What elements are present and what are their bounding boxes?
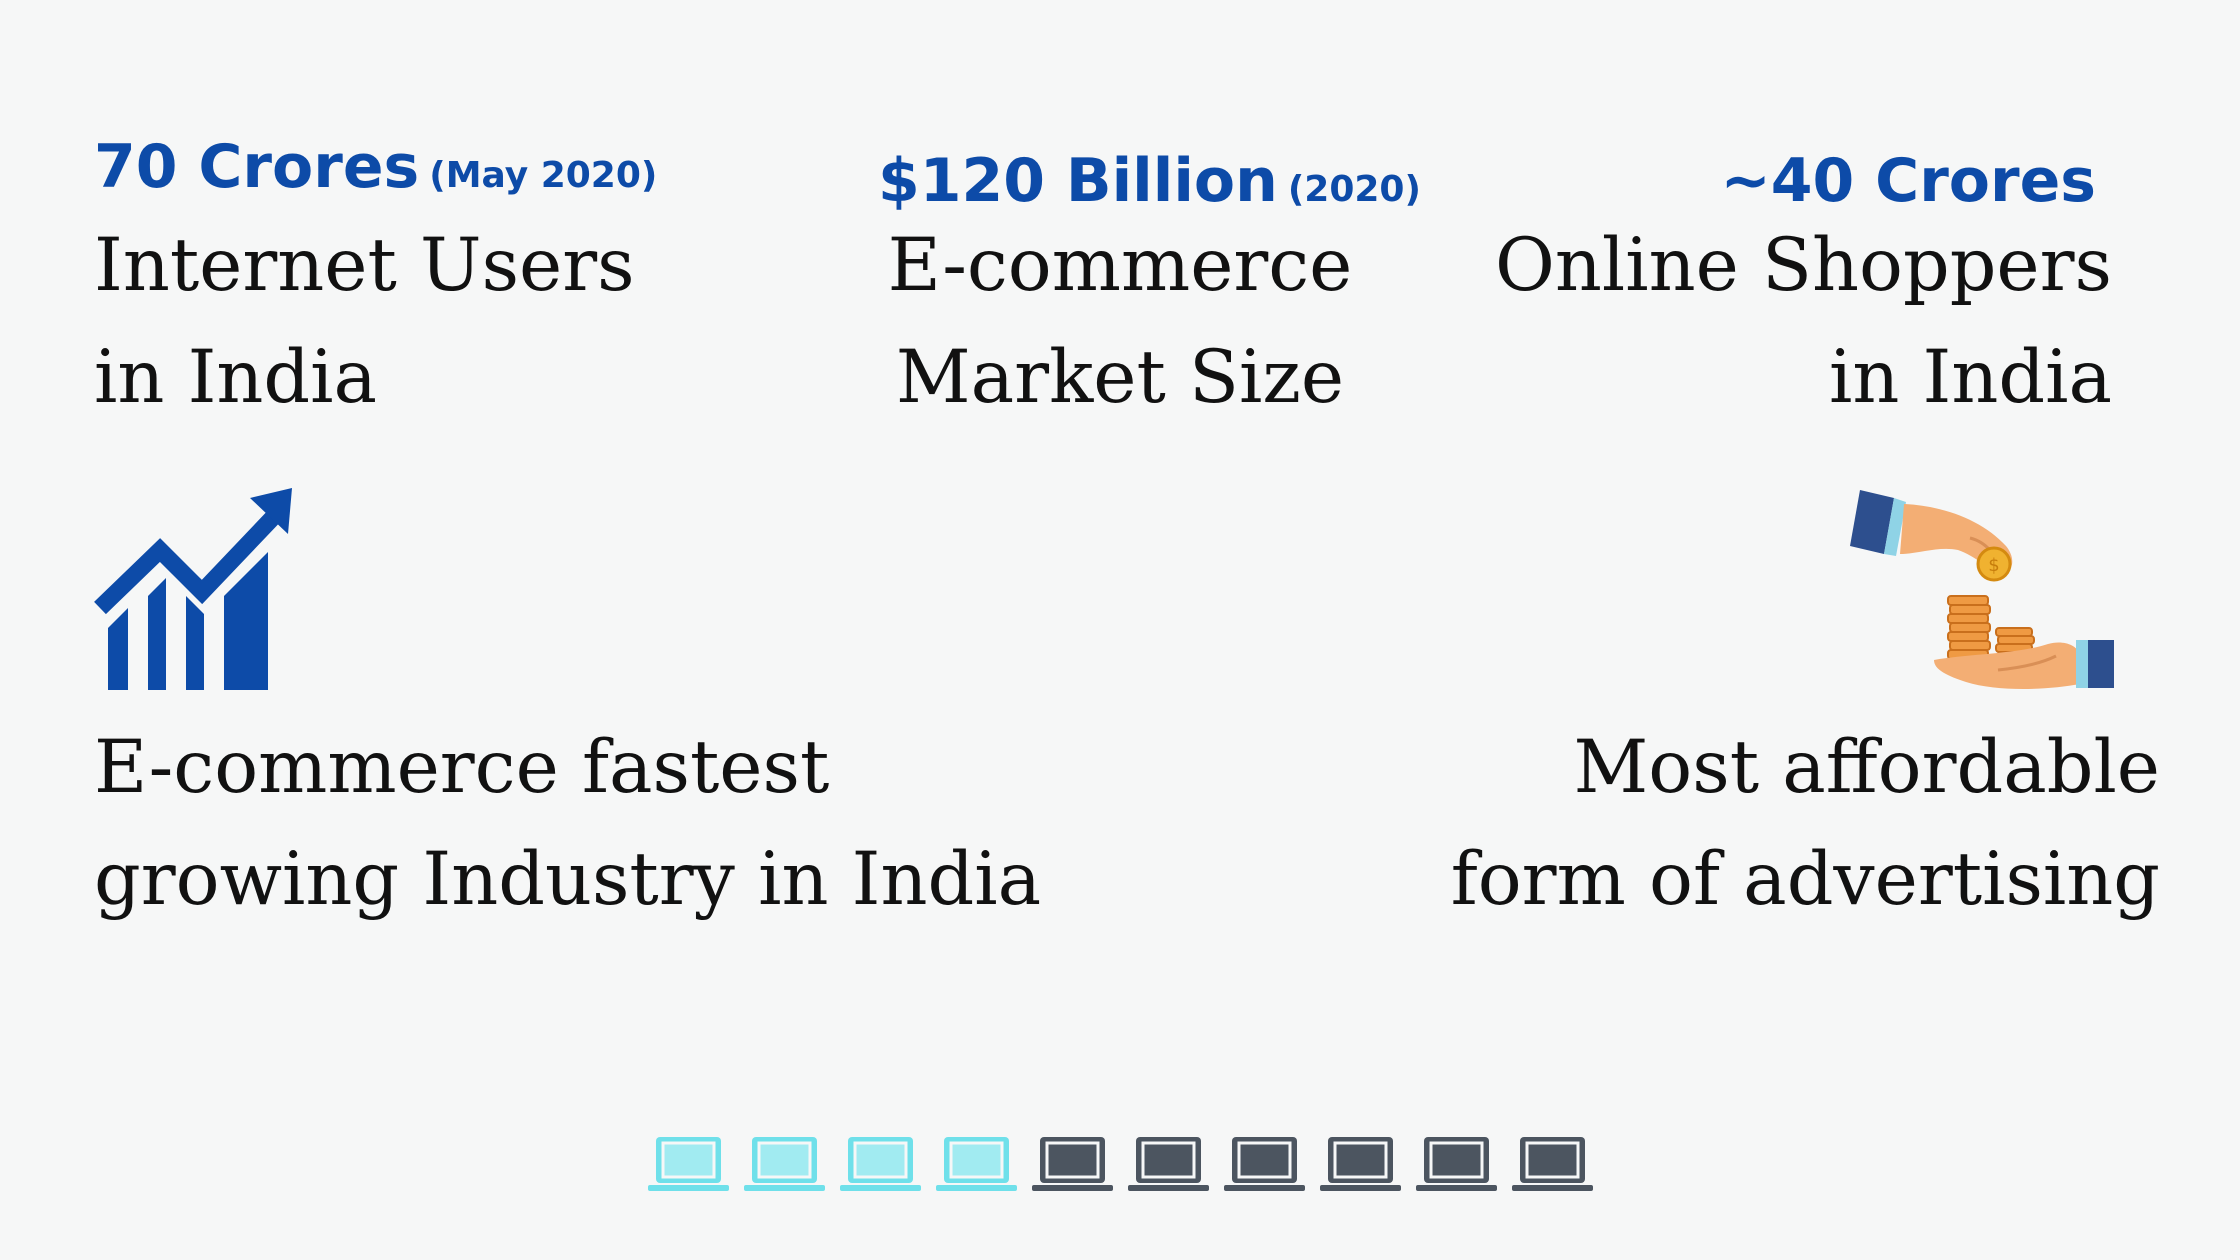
fact-line2: form of advertising — [1450, 837, 2160, 922]
laptop-icon-active — [744, 1137, 825, 1191]
laptop-icon-inactive — [1128, 1137, 1209, 1191]
stat-internet-users-number: 70 Crores (May 2020) — [94, 132, 657, 202]
stat-label-line1: Online Shoppers — [1495, 223, 2112, 308]
laptop-icon-inactive — [1416, 1137, 1497, 1191]
laptop-icon-inactive — [1512, 1137, 1593, 1191]
stat-note: (2020) — [1287, 169, 1421, 210]
laptop-icon-active — [840, 1137, 921, 1191]
stat-online-shoppers-number: ~40 Crores — [1721, 146, 2097, 216]
growth-chart-icon — [94, 488, 292, 690]
laptop-indicator — [648, 1133, 1593, 1195]
laptop-icon-inactive — [1224, 1137, 1305, 1191]
stat-internet-users-label: Internet Users in India — [94, 210, 794, 434]
stat-market-size-number: $120 Billion (2020) — [878, 146, 1421, 216]
stat-number: $120 Billion — [878, 146, 1278, 216]
stat-label-line2: in India — [1828, 335, 2112, 420]
laptop-icon-inactive — [1032, 1137, 1113, 1191]
stat-number: ~40 Crores — [1720, 146, 2097, 216]
laptop-icon-active — [648, 1137, 729, 1191]
svg-text:$: $ — [1988, 555, 1999, 576]
stat-number: 70 Crores — [94, 132, 420, 202]
stat-label-line1: Internet Users — [94, 223, 635, 308]
fact-fastest-growing: E-commerce fastest growing Industry in I… — [94, 712, 1094, 936]
fact-line2: growing Industry in India — [94, 837, 1042, 922]
fact-line1: Most affordable — [1573, 725, 2160, 810]
stat-note: (May 2020) — [429, 155, 658, 196]
fact-affordable-advertising: Most affordable form of advertising — [1260, 712, 2160, 936]
laptop-icon-inactive — [1320, 1137, 1401, 1191]
stat-label-line2: in India — [94, 335, 378, 420]
fact-line1: E-commerce fastest — [94, 725, 830, 810]
laptop-icon-active — [936, 1137, 1017, 1191]
stat-online-shoppers-label: Online Shoppers in India — [1352, 210, 2112, 434]
hand-coins-icon: $ — [1850, 490, 2114, 689]
